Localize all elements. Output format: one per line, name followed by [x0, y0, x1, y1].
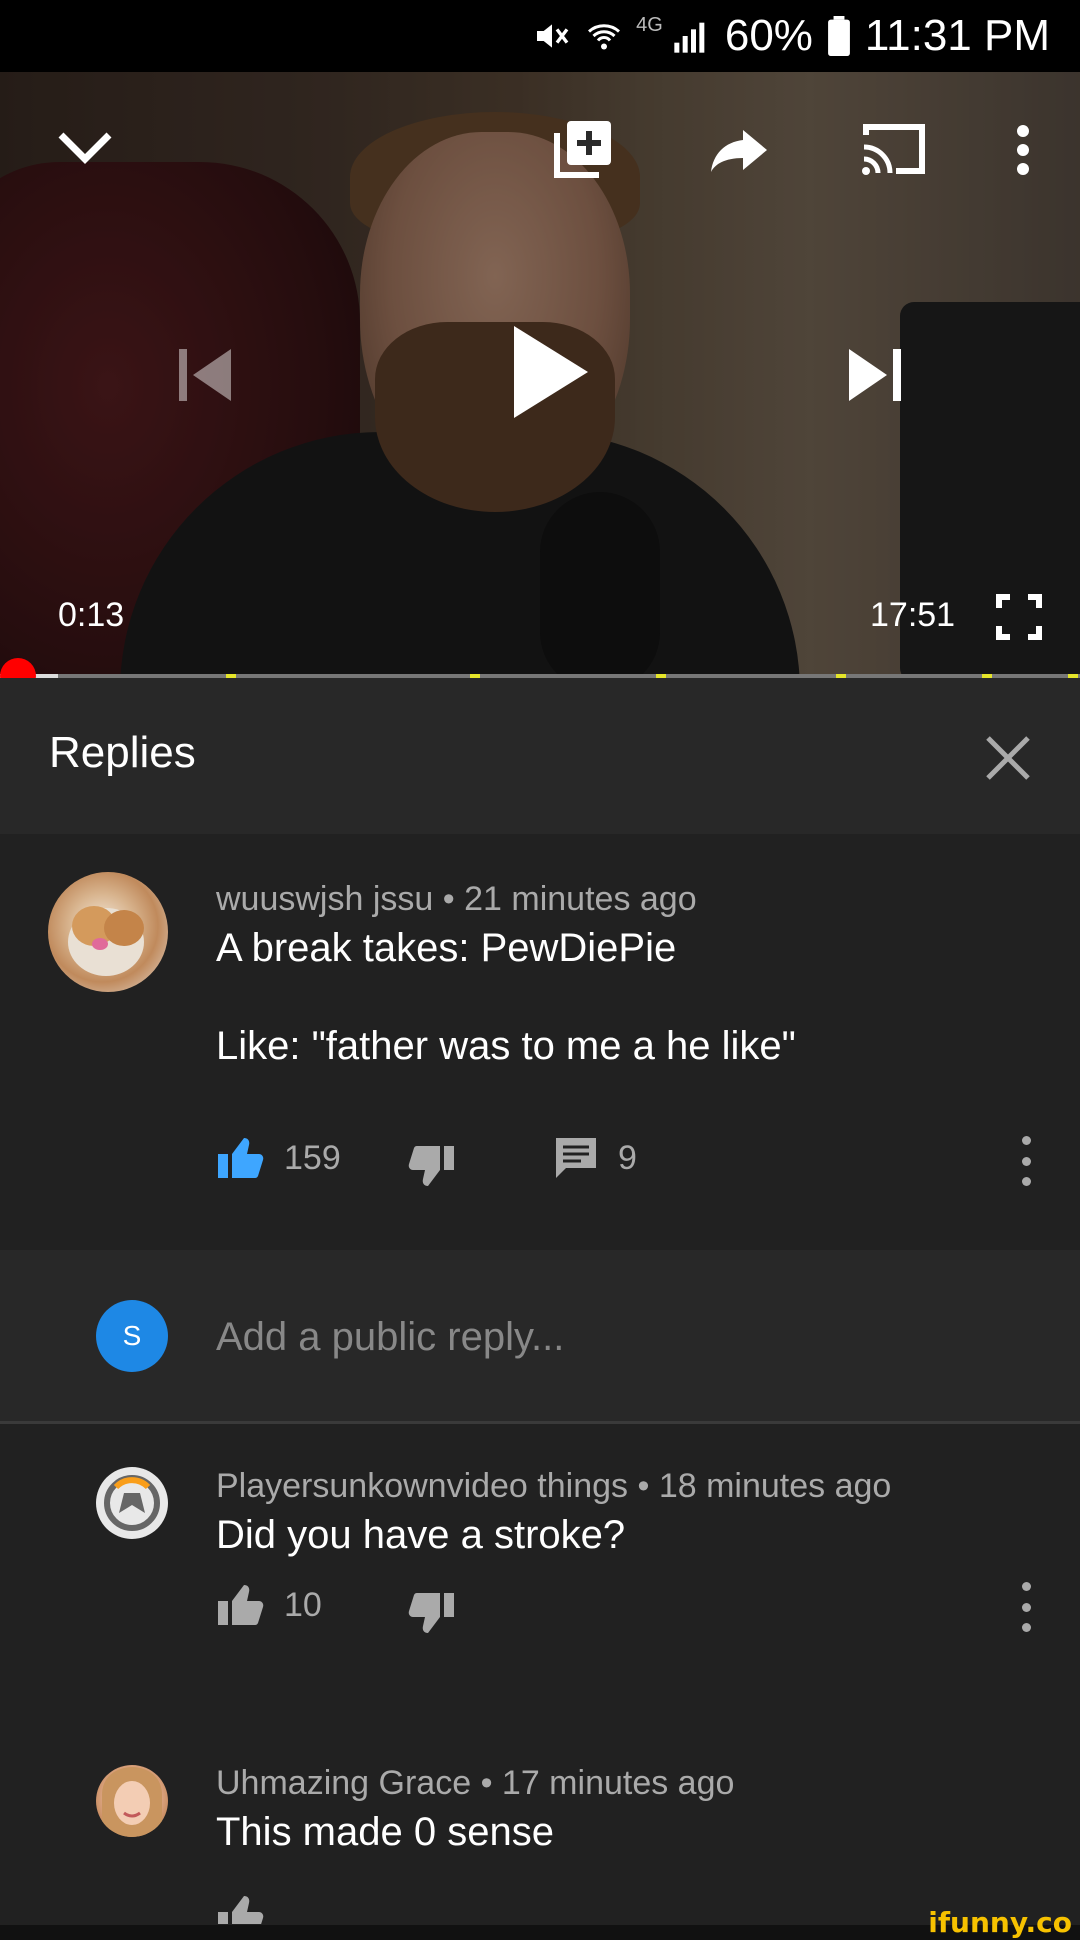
signal-icon	[671, 18, 711, 54]
next-button[interactable]	[840, 340, 910, 410]
cat-avatar-image	[68, 906, 144, 976]
like-button[interactable]	[216, 1894, 264, 1924]
next-icon	[849, 349, 901, 401]
comment-author[interactable]: wuuswjsh jssu	[216, 880, 433, 918]
meta-separator: •	[637, 1467, 659, 1505]
current-time: 0:13	[58, 596, 125, 634]
meta-separator: •	[442, 880, 465, 918]
mute-icon	[532, 16, 572, 56]
battery-percent: 60%	[724, 11, 813, 60]
thumbs-up-icon	[218, 1585, 264, 1625]
comment-text: A break takes: PewDiePie Like: "father w…	[216, 926, 796, 1068]
replies-panel: Replies wuuswjsh jssu • 21 minutes ago A…	[0, 678, 1080, 1925]
thumbs-down-icon	[408, 1146, 454, 1186]
thumbs-up-icon	[218, 1896, 264, 1924]
replies-count-button[interactable]: 9	[554, 1136, 637, 1180]
meta-separator: •	[480, 1764, 502, 1802]
cast-button[interactable]	[858, 118, 930, 180]
like-button[interactable]: 10	[216, 1583, 322, 1627]
comment-icon	[556, 1138, 596, 1178]
more-vert-icon	[1021, 1582, 1031, 1591]
comment-time: 17 minutes ago	[501, 1764, 735, 1802]
cast-icon	[862, 124, 925, 175]
replies-header: Replies	[0, 678, 1080, 834]
bottom-strip	[0, 1925, 1080, 1940]
parent-comment: wuuswjsh jssu • 21 minutes ago A break t…	[0, 834, 1080, 1250]
network-type: 4G	[636, 14, 663, 36]
like-count: 159	[284, 1138, 341, 1177]
comment-text: This made 0 sense	[216, 1810, 554, 1854]
fullscreen-button[interactable]	[994, 592, 1044, 642]
comment-time: 21 minutes ago	[464, 880, 697, 918]
share-icon	[711, 130, 767, 172]
thumbs-up-icon	[218, 1138, 264, 1178]
avatar[interactable]	[96, 1467, 168, 1539]
comment-more-button[interactable]	[1016, 1582, 1036, 1632]
chevron-down-icon	[58, 132, 112, 164]
reply-input[interactable]	[216, 1298, 1016, 1376]
overwatch-logo-icon	[99, 1470, 165, 1536]
avatar[interactable]	[48, 872, 168, 992]
play-icon	[514, 326, 588, 418]
more-vert-icon	[1017, 125, 1029, 175]
comment-meta: Playersunkownvideo things • 18 minutes a…	[216, 1467, 891, 1506]
reply-item: Uhmazing Grace • 17 minutes ago This mad…	[0, 1717, 1080, 1927]
thumbs-down-icon	[408, 1593, 454, 1633]
reply-count: 9	[618, 1138, 637, 1177]
dislike-button[interactable]	[408, 1144, 456, 1188]
comment-meta: Uhmazing Grace • 17 minutes ago	[216, 1764, 734, 1803]
fullscreen-icon	[996, 594, 1042, 640]
comment-more-button[interactable]	[1016, 1136, 1036, 1186]
close-icon	[986, 736, 1030, 780]
comment-text: Did you have a stroke?	[216, 1513, 626, 1557]
previous-button[interactable]	[170, 340, 240, 410]
video-player[interactable]: 0:13 17:51	[0, 72, 1080, 678]
avatar[interactable]	[96, 1765, 168, 1837]
duration: 17:51	[870, 596, 956, 634]
comment-time: 18 minutes ago	[658, 1467, 892, 1505]
dislike-button[interactable]	[408, 1591, 456, 1635]
add-to-playlist-button[interactable]	[548, 114, 618, 184]
wifi-icon	[586, 18, 622, 54]
panel-title: Replies	[49, 728, 196, 777]
more-options-button[interactable]	[1005, 120, 1041, 180]
comment-author[interactable]: Uhmazing Grace	[216, 1764, 471, 1802]
share-button[interactable]	[704, 120, 774, 180]
like-count: 10	[284, 1585, 322, 1624]
status-bar: 4G 60% 11:31 PM	[0, 0, 1080, 72]
previous-icon	[179, 349, 231, 401]
profile-photo-image	[102, 1767, 162, 1837]
like-button[interactable]: 159	[216, 1136, 341, 1180]
battery-icon	[827, 16, 851, 56]
add-to-playlist-icon	[554, 121, 611, 178]
comment-author[interactable]: Playersunkownvideo things	[216, 1467, 628, 1505]
minimize-button[interactable]	[50, 122, 120, 172]
play-button[interactable]	[500, 317, 600, 427]
close-button[interactable]	[980, 730, 1036, 786]
comment-meta: wuuswjsh jssu • 21 minutes ago	[216, 880, 697, 919]
clock: 11:31 PM	[864, 11, 1050, 60]
reply-box: S	[0, 1250, 1080, 1424]
more-vert-icon	[1021, 1136, 1031, 1145]
watermark: ifunny.co	[928, 1906, 1072, 1939]
user-avatar[interactable]: S	[96, 1300, 168, 1372]
reply-item: Playersunkownvideo things • 18 minutes a…	[0, 1427, 1080, 1717]
